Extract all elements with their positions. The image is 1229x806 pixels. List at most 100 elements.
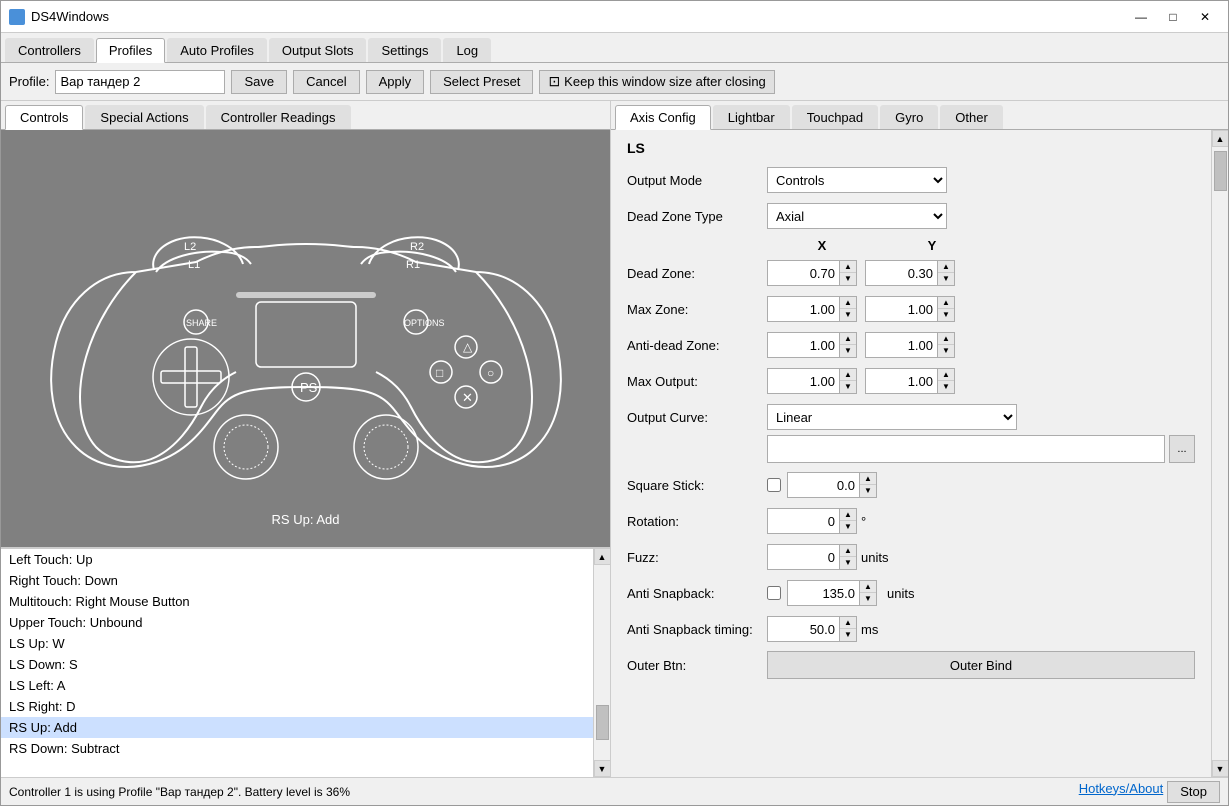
rotation-down[interactable]: ▼ xyxy=(840,521,856,533)
anti-snapback-timing-input[interactable] xyxy=(768,620,839,639)
tab-log[interactable]: Log xyxy=(443,38,491,62)
dead-zone-y-up[interactable]: ▲ xyxy=(938,261,954,273)
list-item[interactable]: Right Touch: Down xyxy=(1,570,593,591)
select-preset-button[interactable]: Select Preset xyxy=(430,70,533,94)
tab-lightbar[interactable]: Lightbar xyxy=(713,105,790,129)
list-item[interactable]: Multitouch: Right Mouse Button xyxy=(1,591,593,612)
anti-snapback-input[interactable] xyxy=(788,584,859,603)
outer-btn-value: Outer Bind xyxy=(767,651,1195,679)
keep-window-button[interactable]: ⊡ Keep this window size after closing xyxy=(539,70,774,94)
max-zone-y-up[interactable]: ▲ xyxy=(938,297,954,309)
dead-zone-y-down[interactable]: ▼ xyxy=(938,273,954,285)
anti-dead-zone-x-down[interactable]: ▼ xyxy=(840,345,856,357)
tab-profiles[interactable]: Profiles xyxy=(96,38,165,63)
dead-zone-type-select[interactable]: Axial Radial Custom xyxy=(767,203,947,229)
output-mode-select[interactable]: Controls Mouse Mouse Joystick FlickStick xyxy=(767,167,947,193)
tab-axis-config[interactable]: Axis Config xyxy=(615,105,711,130)
rotation-input[interactable] xyxy=(768,512,839,531)
binding-list-container[interactable]: Left Touch: Up Right Touch: Down Multito… xyxy=(1,548,593,777)
tab-auto-profiles[interactable]: Auto Profiles xyxy=(167,38,267,62)
square-stick-checkbox[interactable] xyxy=(767,478,781,492)
anti-dead-zone-x-up[interactable]: ▲ xyxy=(840,333,856,345)
square-stick-input[interactable] xyxy=(788,476,859,495)
output-curve-select[interactable]: Linear Enhanced Precision Quadratic Cubi… xyxy=(767,404,1017,430)
max-output-y-input[interactable] xyxy=(866,372,937,391)
tab-other[interactable]: Other xyxy=(940,105,1003,129)
tab-settings[interactable]: Settings xyxy=(368,38,441,62)
anti-snapback-timing-up[interactable]: ▲ xyxy=(840,617,856,629)
minimize-button[interactable]: — xyxy=(1126,7,1156,27)
anti-snapback-spinbox: ▲ ▼ xyxy=(787,580,877,606)
list-item[interactable]: LS Up: W xyxy=(1,633,593,654)
max-output-y-down[interactable]: ▼ xyxy=(938,381,954,393)
anti-dead-zone-x-spinbox: ▲ ▼ xyxy=(767,332,857,358)
rotation-up[interactable]: ▲ xyxy=(840,509,856,521)
anti-dead-zone-y-input[interactable] xyxy=(866,336,937,355)
main-content: Controls Special Actions Controller Read… xyxy=(1,101,1228,777)
fuzz-spinbox: ▲ ▼ xyxy=(767,544,857,570)
square-stick-down[interactable]: ▼ xyxy=(860,485,876,497)
outer-bind-button[interactable]: Outer Bind xyxy=(767,651,1195,679)
binding-scrollbar[interactable]: ▲ ▼ xyxy=(593,548,610,777)
tab-touchpad[interactable]: Touchpad xyxy=(792,105,878,129)
tab-output-slots[interactable]: Output Slots xyxy=(269,38,367,62)
max-zone-y-input[interactable] xyxy=(866,300,937,319)
scroll-down-arrow[interactable]: ▼ xyxy=(594,760,611,777)
anti-dead-zone-x-input[interactable] xyxy=(768,336,839,355)
max-output-x-down[interactable]: ▼ xyxy=(840,381,856,393)
outer-btn-label: Outer Btn: xyxy=(627,658,767,673)
status-bar: Controller 1 is using Profile "Вар танде… xyxy=(1,777,1228,805)
max-output-x-up[interactable]: ▲ xyxy=(840,369,856,381)
max-zone-x-input[interactable] xyxy=(768,300,839,319)
tab-special-actions[interactable]: Special Actions xyxy=(85,105,203,129)
right-scroll-up[interactable]: ▲ xyxy=(1212,130,1229,147)
tab-controls[interactable]: Controls xyxy=(5,105,83,130)
list-item[interactable]: Upper Touch: Unbound xyxy=(1,612,593,633)
list-item[interactable]: LS Down: S xyxy=(1,654,593,675)
tab-controllers[interactable]: Controllers xyxy=(5,38,94,62)
right-scrollbar[interactable]: ▲ ▼ xyxy=(1211,130,1228,777)
fuzz-input[interactable] xyxy=(768,548,839,567)
anti-snapback-up[interactable]: ▲ xyxy=(860,581,876,593)
max-zone-x-down[interactable]: ▼ xyxy=(840,309,856,321)
max-output-x-input[interactable] xyxy=(768,372,839,391)
maximize-button[interactable]: □ xyxy=(1158,7,1188,27)
anti-snapback-checkbox[interactable] xyxy=(767,586,781,600)
max-zone-x-up[interactable]: ▲ xyxy=(840,297,856,309)
dead-zone-y-input[interactable] xyxy=(866,264,937,283)
rotation-label: Rotation: xyxy=(627,514,767,529)
tab-controller-readings[interactable]: Controller Readings xyxy=(206,105,351,129)
profile-name-input[interactable] xyxy=(55,70,225,94)
fuzz-up[interactable]: ▲ xyxy=(840,545,856,557)
curve-edit-button[interactable]: ... xyxy=(1169,435,1195,463)
list-item[interactable]: LS Right: D xyxy=(1,696,593,717)
anti-dead-zone-y-down[interactable]: ▼ xyxy=(938,345,954,357)
dead-zone-x-input[interactable] xyxy=(768,264,839,283)
anti-snapback-timing-down[interactable]: ▼ xyxy=(840,629,856,641)
list-item[interactable]: LS Left: A xyxy=(1,675,593,696)
tab-gyro[interactable]: Gyro xyxy=(880,105,938,129)
save-button[interactable]: Save xyxy=(231,70,287,94)
stop-button[interactable]: Stop xyxy=(1167,781,1220,803)
list-item[interactable]: RS Down: Subtract xyxy=(1,738,593,759)
dead-zone-x-down[interactable]: ▼ xyxy=(840,273,856,285)
square-stick-up[interactable]: ▲ xyxy=(860,473,876,485)
dead-zone-spinboxes: ▲ ▼ ▲ ▼ xyxy=(767,260,1195,286)
outer-btn-row: Outer Btn: Outer Bind xyxy=(627,651,1195,679)
scroll-up-arrow[interactable]: ▲ xyxy=(594,548,611,565)
dead-zone-x-up[interactable]: ▲ xyxy=(840,261,856,273)
anti-snapback-timing-label: Anti Snapback timing: xyxy=(627,622,767,637)
anti-dead-zone-y-up[interactable]: ▲ xyxy=(938,333,954,345)
apply-button[interactable]: Apply xyxy=(366,70,425,94)
cancel-button[interactable]: Cancel xyxy=(293,70,359,94)
hotkeys-about-link[interactable]: Hotkeys/About xyxy=(1079,781,1164,803)
max-zone-y-down[interactable]: ▼ xyxy=(938,309,954,321)
svg-text:PS: PS xyxy=(300,380,318,395)
list-item[interactable]: Left Touch: Up xyxy=(1,549,593,570)
list-item[interactable]: RS Up: Add xyxy=(1,717,593,738)
right-scroll-down[interactable]: ▼ xyxy=(1212,760,1229,777)
close-button[interactable]: ✕ xyxy=(1190,7,1220,27)
max-output-y-up[interactable]: ▲ xyxy=(938,369,954,381)
anti-snapback-down[interactable]: ▼ xyxy=(860,593,876,605)
fuzz-down[interactable]: ▼ xyxy=(840,557,856,569)
